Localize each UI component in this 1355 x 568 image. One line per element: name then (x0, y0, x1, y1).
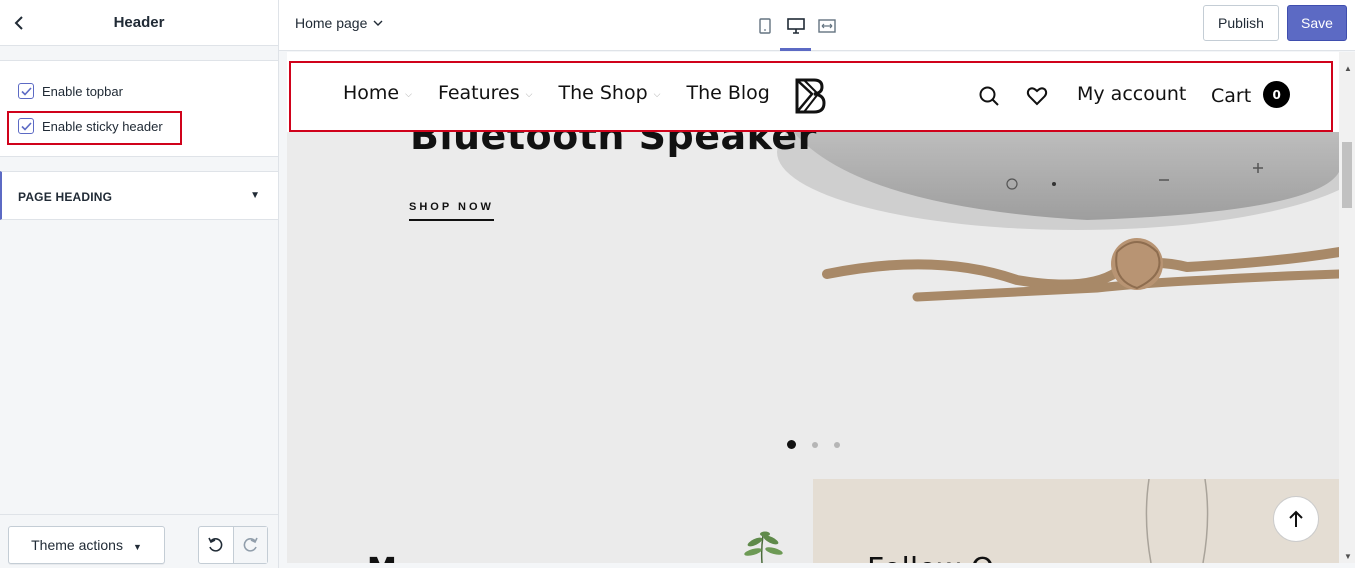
enable-topbar-checkbox[interactable]: Enable topbar (18, 83, 123, 99)
heart-icon[interactable] (1026, 85, 1048, 107)
device-switcher (749, 0, 842, 51)
promo-banner (813, 478, 1339, 563)
slider-dot[interactable] (787, 440, 796, 449)
sidebar-footer: Theme actions ▼ (0, 514, 278, 568)
nav-item-features[interactable]: Features ⌵ (438, 82, 533, 104)
site-header: Home ⌵ Features ⌵ The Shop ⌵ The Blog My ac… (287, 52, 1339, 132)
scroll-up-icon[interactable]: ▲ (1344, 64, 1352, 73)
section-heading-left: M (367, 552, 397, 563)
undo-button[interactable] (199, 527, 233, 563)
cart-count-badge: 0 (1263, 81, 1291, 108)
chevron-down-icon: ⌵ (653, 90, 661, 100)
save-button[interactable]: Save (1287, 5, 1347, 41)
plant-image (744, 531, 783, 563)
sidebar-header: Header (0, 0, 278, 46)
desktop-view-button[interactable] (780, 0, 811, 51)
section-heading-right: Follow O (867, 552, 994, 563)
cart-label: Cart (1211, 84, 1252, 107)
page-heading-accordion[interactable]: PAGE HEADING ▼ (0, 171, 278, 220)
cart-link[interactable]: Cart 0 (1211, 81, 1291, 108)
nav-label: The Shop (558, 82, 648, 104)
nav-label: Features (437, 82, 520, 104)
main-nav: Home ⌵ Features ⌵ The Shop ⌵ The Blog (343, 82, 796, 104)
nav-item-home[interactable]: Home ⌵ (343, 82, 412, 104)
lamp-cords-image (1145, 478, 1209, 563)
search-icon[interactable] (978, 85, 1000, 107)
undo-icon (208, 537, 223, 552)
enable-sticky-header-label: Enable sticky header (42, 118, 163, 134)
store-logo[interactable] (792, 76, 828, 116)
storefront-preview: Bluetooth Speaker Home ⌵ Features ⌵ The Sh… (287, 52, 1339, 563)
enable-topbar-label: Enable topbar (42, 83, 123, 99)
chevron-down-icon: ⌵ (405, 90, 412, 100)
page-selector[interactable]: Home page (295, 15, 383, 31)
full-width-view-button[interactable] (811, 0, 842, 51)
slider-dot[interactable] (812, 441, 818, 448)
nav-label: Home (343, 82, 400, 104)
caret-down-icon: ▼ (132, 541, 142, 552)
theme-actions-button[interactable]: Theme actions ▼ (8, 526, 165, 564)
scroll-to-top-button[interactable] (1273, 496, 1319, 542)
enable-sticky-header-checkbox[interactable]: Enable sticky header (18, 118, 163, 134)
page-selector-label: Home page (295, 15, 368, 31)
caret-down-icon: ▼ (250, 190, 260, 201)
preview-scrollbar[interactable]: ▲ ▼ (1339, 52, 1355, 563)
slider-dot[interactable] (834, 441, 840, 448)
nav-label: The Blog (686, 82, 770, 104)
publish-button[interactable]: Publish (1203, 5, 1279, 41)
mobile-icon (758, 17, 771, 34)
header-settings-section: Enable topbar Enable sticky header (0, 60, 278, 157)
chevron-down-icon (373, 20, 383, 26)
mobile-view-button[interactable] (749, 0, 780, 51)
nav-item-the-shop[interactable]: The Shop ⌵ (558, 82, 660, 104)
scroll-thumb[interactable] (1342, 142, 1352, 208)
checkbox-checked-icon[interactable] (18, 118, 34, 134)
redo-button[interactable] (232, 527, 267, 563)
scroll-down-icon[interactable]: ▼ (1344, 552, 1352, 561)
page-heading-label: PAGE HEADING (18, 190, 113, 204)
arrow-up-icon (1289, 510, 1303, 527)
desktop-icon (786, 17, 805, 34)
shop-now-button[interactable]: SHOP NOW (409, 201, 494, 221)
full-width-icon (817, 18, 836, 33)
undo-redo-group (198, 526, 268, 564)
editor-sidebar: Header Enable topbar Enable sticky heade… (0, 0, 279, 568)
nav-item-the-blog[interactable]: The Blog (686, 82, 769, 104)
editor-topbar: Home page Publish Save (279, 0, 1355, 51)
theme-actions-label: Theme actions (31, 537, 123, 553)
my-account-link[interactable]: My account (1077, 83, 1186, 105)
slider-dots (787, 440, 856, 449)
redo-icon (243, 537, 258, 552)
sidebar-title: Header (113, 14, 165, 31)
chevron-down-icon: ⌵ (525, 90, 533, 100)
checkbox-checked-icon[interactable] (18, 83, 34, 99)
